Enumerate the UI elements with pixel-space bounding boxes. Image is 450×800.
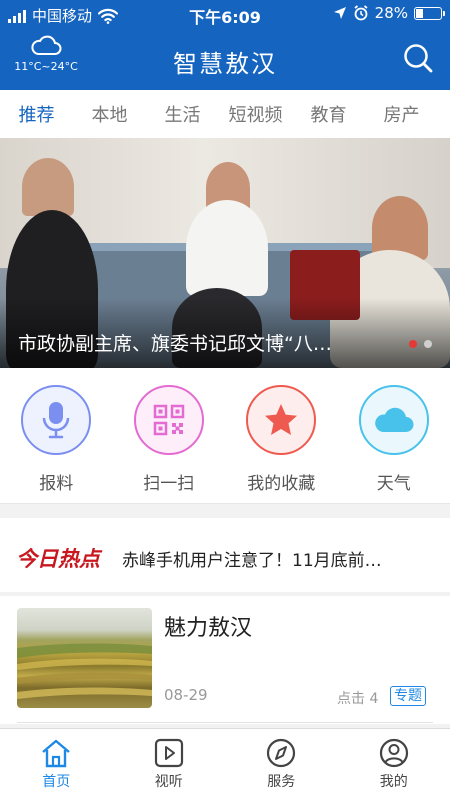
location-arrow-icon xyxy=(333,7,346,19)
nav-label: 首页 xyxy=(42,774,71,790)
news-thumbnail xyxy=(17,608,152,708)
tab-real-estate[interactable]: 房产 xyxy=(365,101,438,127)
shortcut-label: 天气 xyxy=(376,474,411,494)
nav-label: 服务 xyxy=(267,774,296,790)
banner-caption: 市政协副主席、旗委书记邱文博“八… xyxy=(18,333,332,355)
play-icon xyxy=(154,738,183,768)
banner-carousel[interactable]: 市政协副主席、旗委书记邱文博“八… xyxy=(0,138,450,368)
tab-recommend[interactable]: 推荐 xyxy=(0,101,73,127)
tab-short-video[interactable]: 短视频 xyxy=(219,101,292,127)
alarm-icon xyxy=(354,5,368,21)
shortcut-label: 我的收藏 xyxy=(247,474,316,494)
hot-news-logo: 今日热点 xyxy=(16,547,103,571)
nav-label: 我的 xyxy=(379,774,408,790)
shortcut-grid: 报料 扫一扫 我的收藏 天气 xyxy=(0,368,450,504)
carousel-dot xyxy=(424,340,432,348)
tab-local[interactable]: 本地 xyxy=(73,101,146,127)
topic-badge[interactable]: 专题 xyxy=(390,686,426,706)
carousel-dot-active xyxy=(409,340,417,348)
cloud-icon xyxy=(358,385,429,455)
battery-percent: 28% xyxy=(374,4,408,22)
nav-profile[interactable]: 我的 xyxy=(338,729,450,800)
news-list-item[interactable]: 魅力敖汉 08-29 点击 4 专题 xyxy=(0,596,450,724)
shortcut-weather[interactable]: 天气 xyxy=(338,368,450,503)
tab-education[interactable]: 教育 xyxy=(292,101,365,127)
compass-icon xyxy=(267,738,296,768)
tab-life[interactable]: 生活 xyxy=(146,101,219,127)
battery-icon xyxy=(414,6,445,20)
nav-label: 视听 xyxy=(154,774,183,790)
shortcut-scan[interactable]: 扫一扫 xyxy=(113,368,226,503)
status-right: 28% xyxy=(333,4,445,22)
hot-news-headline: 赤峰手机用户注意了！11月底前… xyxy=(122,551,382,571)
user-icon xyxy=(379,738,408,768)
nav-media[interactable]: 视听 xyxy=(113,729,226,800)
status-bar: 中国移动 下午6:09 28% xyxy=(0,0,450,30)
svg-text:今日热点: 今日热点 xyxy=(16,547,103,571)
microphone-icon xyxy=(21,385,92,455)
news-title: 魅力敖汉 xyxy=(164,616,253,641)
app-header: 中国移动 下午6:09 28% 11°C~24°C 智慧敖汉 xyxy=(0,0,450,90)
shortcut-report[interactable]: 报料 xyxy=(0,368,113,503)
category-tabs: 推荐 本地 生活 短视频 教育 房产 xyxy=(0,90,450,138)
nav-home[interactable]: 首页 xyxy=(0,729,113,800)
carousel-indicator xyxy=(409,340,432,348)
qr-code-icon xyxy=(133,385,204,455)
shortcut-label: 报料 xyxy=(39,474,74,494)
shortcut-label: 扫一扫 xyxy=(143,474,195,494)
search-button[interactable] xyxy=(402,42,434,74)
search-icon xyxy=(404,44,433,73)
news-click-count: 点击 4 xyxy=(337,691,379,707)
shortcut-favorites[interactable]: 我的收藏 xyxy=(225,368,338,503)
news-date: 08-29 xyxy=(164,686,208,704)
home-icon xyxy=(42,739,71,768)
bottom-navigation: 首页 视听 服务 我的 xyxy=(0,728,450,800)
nav-services[interactable]: 服务 xyxy=(225,729,338,800)
page-title: 智慧敖汉 xyxy=(173,50,277,78)
title-bar: 11°C~24°C 智慧敖汉 xyxy=(0,30,450,90)
hot-news-bar[interactable]: 今日热点 赤峰手机用户注意了！11月底前… xyxy=(0,518,450,592)
star-icon xyxy=(246,385,317,455)
